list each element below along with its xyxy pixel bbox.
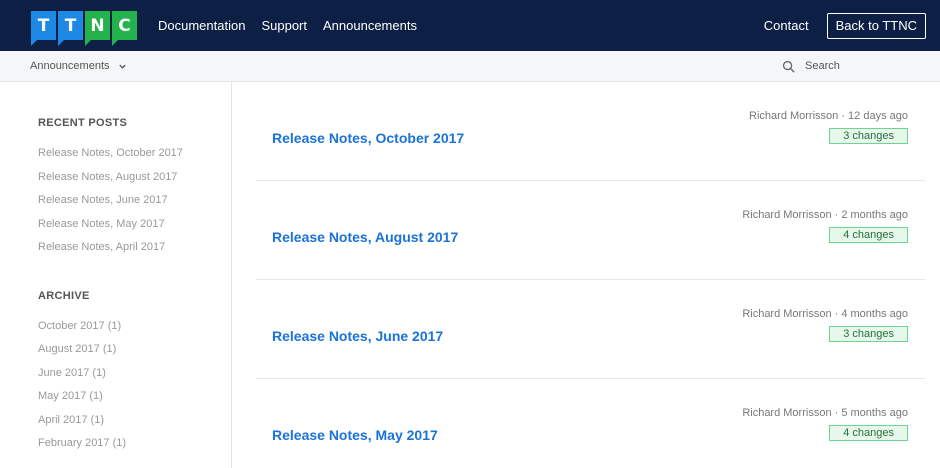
post-item: Release Notes, August 2017 Richard Morri… (256, 181, 925, 280)
page-content: RECENT POSTS Release Notes, October 2017… (0, 82, 940, 468)
archive-link[interactable]: February 2017 (1) (38, 432, 231, 456)
logo-tile: N (85, 11, 110, 46)
sub-navigation-bar: Announcements (0, 51, 940, 82)
posts-list: Release Notes, October 2017 Richard Morr… (232, 82, 940, 468)
breadcrumb-dropdown[interactable]: Announcements (30, 60, 127, 72)
search-icon[interactable] (782, 60, 795, 73)
post-meta: Richard Morrisson · 12 days ago (749, 110, 908, 122)
changes-badge: 3 changes (829, 326, 908, 342)
logo-tile: T (31, 11, 56, 46)
main-nav: Documentation Support Announcements (158, 18, 417, 33)
post-title-link[interactable]: Release Notes, June 2017 (272, 328, 443, 344)
sidebar: RECENT POSTS Release Notes, October 2017… (0, 82, 232, 468)
post-meta: Richard Morrisson · 5 months ago (742, 407, 908, 419)
post-title-link[interactable]: Release Notes, October 2017 (272, 130, 464, 146)
archive-link[interactable]: October 2017 (1) (38, 315, 231, 339)
nav-support[interactable]: Support (261, 18, 307, 33)
recent-post-link[interactable]: Release Notes, June 2017 (38, 189, 231, 213)
post-meta: Richard Morrisson · 2 months ago (742, 209, 908, 221)
recent-posts-heading: RECENT POSTS (38, 117, 128, 129)
chevron-down-icon (118, 64, 126, 69)
search-box (782, 60, 910, 73)
changes-badge: 4 changes (829, 227, 908, 243)
recent-post-link[interactable]: Release Notes, August 2017 (38, 166, 231, 190)
recent-post-link[interactable]: Release Notes, April 2017 (38, 236, 231, 260)
post-meta: Richard Morrisson · 4 months ago (742, 308, 908, 320)
ttnc-logo[interactable]: T T N C (31, 11, 137, 46)
recent-posts-list: Release Notes, October 2017 Release Note… (38, 142, 231, 260)
archive-list: October 2017 (1) August 2017 (1) June 20… (38, 315, 231, 456)
post-item: Release Notes, June 2017 Richard Morriss… (256, 280, 925, 379)
post-title-link[interactable]: Release Notes, August 2017 (272, 229, 458, 245)
nav-contact[interactable]: Contact (764, 18, 809, 33)
top-navigation-bar: T T N C Documentation Support Announceme… (0, 0, 940, 51)
post-item: Release Notes, October 2017 Richard Morr… (256, 82, 925, 181)
archive-link[interactable]: May 2017 (1) (38, 385, 231, 409)
archive-link[interactable]: June 2017 (1) (38, 362, 231, 386)
archive-link[interactable]: April 2017 (1) (38, 409, 231, 433)
recent-post-link[interactable]: Release Notes, October 2017 (38, 142, 231, 166)
recent-post-link[interactable]: Release Notes, May 2017 (38, 213, 231, 237)
logo-tile: C (112, 11, 137, 46)
breadcrumb-label: Announcements (30, 60, 110, 72)
post-title-link[interactable]: Release Notes, May 2017 (272, 427, 438, 443)
archive-link[interactable]: August 2017 (1) (38, 338, 231, 362)
nav-announcements[interactable]: Announcements (323, 18, 417, 33)
back-to-ttnc-button[interactable]: Back to TTNC (826, 12, 926, 39)
post-item: Release Notes, May 2017 Richard Morrisso… (256, 379, 925, 468)
nav-documentation[interactable]: Documentation (158, 18, 245, 33)
logo-tile: T (58, 11, 83, 46)
nav-right: Contact Back to TTNC (764, 12, 926, 39)
changes-badge: 3 changes (829, 128, 908, 144)
archive-heading: ARCHIVE (38, 289, 90, 302)
search-input[interactable] (805, 60, 905, 72)
changes-badge: 4 changes (829, 425, 908, 441)
